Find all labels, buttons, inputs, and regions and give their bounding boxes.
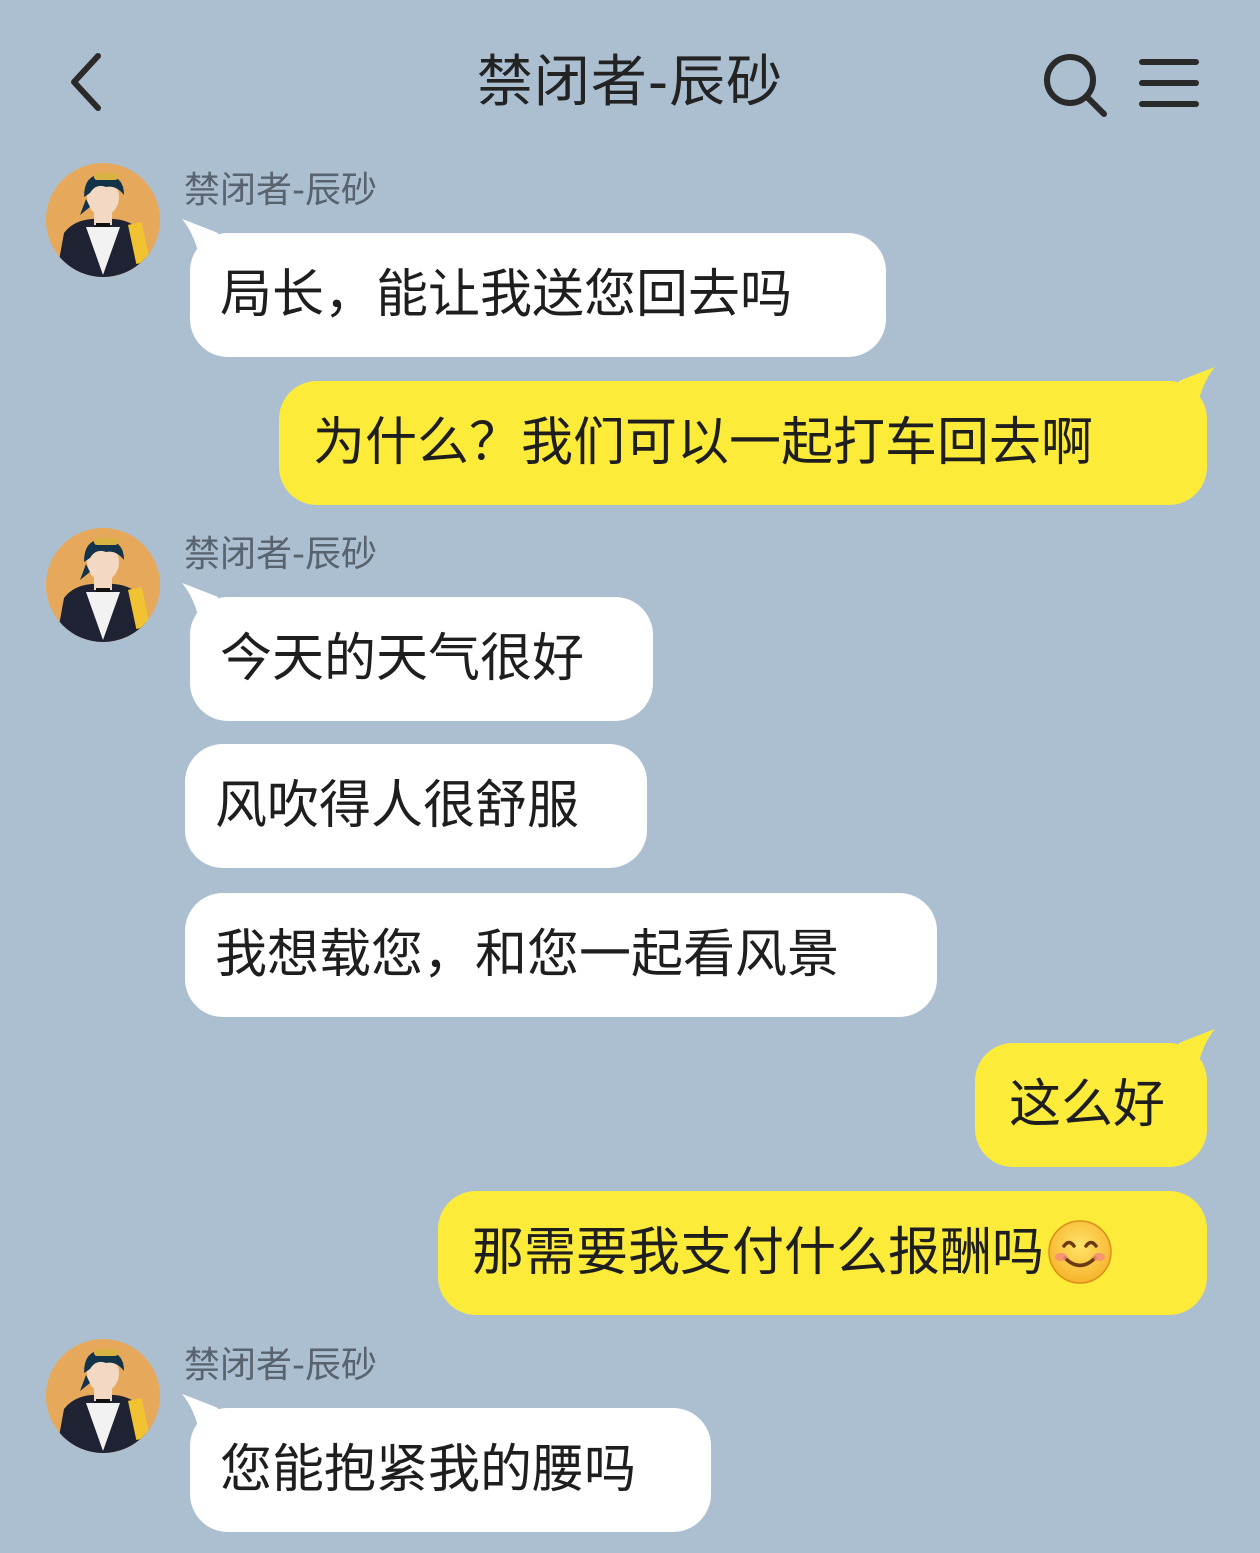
bubble-tail (182, 1394, 218, 1434)
menu-icon (1139, 59, 1199, 107)
search-icon (1044, 54, 1107, 117)
message-text: 这么好 (1009, 1075, 1166, 1135)
message-text: 为什么？我们可以一起打车回去啊 (313, 413, 1094, 473)
bubble-tail (1179, 1029, 1215, 1069)
message-text: 您能抱紧我的腰吗 (220, 1440, 637, 1500)
message-bubble-outgoing[interactable]: 这么好 (975, 1029, 1215, 1167)
contact-avatar[interactable] (46, 163, 160, 277)
message-text: 局长，能让我送您回去吗 (220, 265, 793, 325)
message-bubble-incoming[interactable]: 局长，能让我送您回去吗 (182, 219, 886, 357)
avatar-image (46, 163, 160, 277)
chat-header: 禁闭者-辰砂 (0, 0, 1260, 160)
contact-avatar[interactable] (46, 1339, 160, 1453)
contact-avatar[interactable] (46, 528, 160, 642)
bubble-tail (182, 219, 218, 259)
message-bubble-incoming[interactable]: 您能抱紧我的腰吗 (182, 1394, 711, 1532)
message-bubble-incoming[interactable]: 我想载您，和您一起看风景 (185, 893, 937, 1017)
message-text: 那需要我支付什么报酬吗 (472, 1223, 1045, 1283)
search-button[interactable] (1040, 50, 1112, 120)
avatar-image (46, 1339, 160, 1453)
bubble-tail (1179, 367, 1215, 407)
menu-button[interactable] (1136, 54, 1202, 114)
sender-name: 禁闭者-辰砂 (184, 534, 377, 575)
bubble-tail (182, 583, 218, 623)
message-text: 风吹得人很舒服 (215, 776, 580, 836)
message-bubble-incoming[interactable]: 风吹得人很舒服 (185, 744, 647, 868)
smiling-face-emoji (1048, 1220, 1112, 1284)
message-text: 今天的天气很好 (220, 629, 585, 689)
sender-name: 禁闭者-辰砂 (184, 170, 377, 211)
sender-name: 禁闭者-辰砂 (184, 1345, 377, 1386)
message-bubble-outgoing[interactable]: 为什么？我们可以一起打车回去啊 (279, 367, 1215, 505)
avatar-image (46, 528, 160, 642)
message-bubble-incoming[interactable]: 今天的天气很好 (182, 583, 653, 721)
message-text: 我想载您，和您一起看风景 (215, 925, 840, 985)
message-bubble-outgoing[interactable]: 那需要我支付什么报酬吗 (438, 1191, 1207, 1315)
